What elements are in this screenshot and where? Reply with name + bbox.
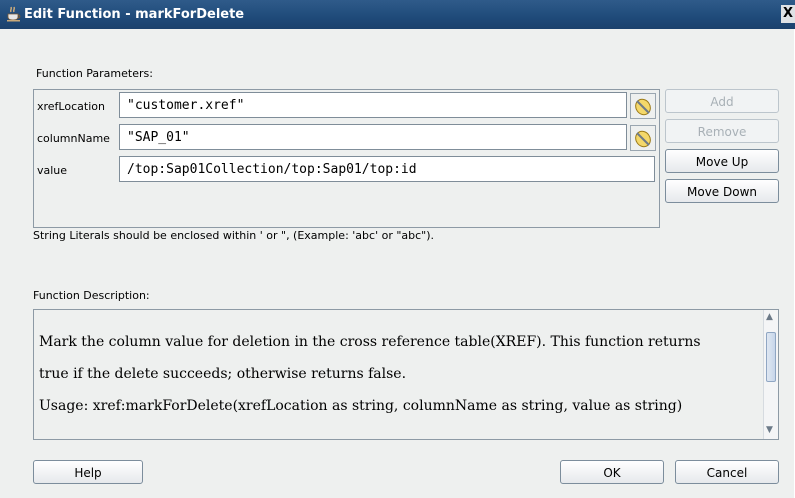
string-literal-hint: String Literals should be enclosed withi… (33, 229, 435, 242)
coffee-cup-icon (7, 6, 21, 22)
title-bar: Edit Function - markForDelete X (0, 0, 795, 29)
description-scrollbar[interactable]: ▲ ▼ (763, 310, 778, 439)
xreflocation-input[interactable]: "customer.xref" (119, 92, 627, 118)
cancel-button[interactable]: Cancel (675, 460, 779, 484)
expression-builder-icon[interactable] (630, 93, 656, 119)
function-description-box: Mark the column value for deletion in th… (33, 309, 779, 440)
value-input[interactable]: /top:Sap01Collection/top:Sap01/top:id (119, 156, 655, 182)
remove-button[interactable]: Remove (665, 119, 779, 143)
function-parameters-label: Function Parameters: (36, 67, 153, 80)
scroll-up-icon[interactable]: ▲ (766, 312, 773, 322)
param-row-xreflocation: xrefLocation "customer.xref" (34, 90, 659, 124)
description-line: true if the delete succeeds; otherwise r… (39, 366, 407, 382)
move-up-button[interactable]: Move Up (665, 149, 779, 173)
close-icon: X (782, 6, 794, 21)
window-title: Edit Function - markForDelete (24, 7, 245, 22)
description-text: Mark the column value for deletion in th… (39, 326, 759, 422)
description-line: Usage: xref:markForDelete(xrefLocation a… (39, 398, 683, 414)
param-name: columnName (37, 132, 110, 145)
move-down-button[interactable]: Move Down (665, 179, 779, 203)
function-description-label: Function Description: (33, 289, 150, 302)
edit-function-dialog: Edit Function - markForDelete X Function… (0, 0, 795, 498)
ok-button[interactable]: OK (560, 460, 664, 484)
help-button[interactable]: Help (33, 460, 143, 484)
add-button[interactable]: Add (665, 89, 779, 113)
close-button[interactable]: X (781, 5, 795, 23)
parameters-table: xrefLocation "customer.xref" columnName … (33, 89, 660, 228)
param-row-value: value /top:Sap01Collection/top:Sap01/top… (34, 154, 659, 188)
expression-builder-icon[interactable] (630, 125, 656, 151)
param-name: xrefLocation (37, 100, 105, 113)
param-name: value (37, 164, 68, 177)
scroll-down-icon[interactable]: ▼ (766, 425, 773, 435)
param-row-columnname: columnName "SAP_01" (34, 122, 659, 156)
columnname-input[interactable]: "SAP_01" (119, 124, 627, 150)
scrollbar-thumb[interactable] (766, 332, 776, 382)
description-line: Mark the column value for deletion in th… (39, 334, 701, 350)
